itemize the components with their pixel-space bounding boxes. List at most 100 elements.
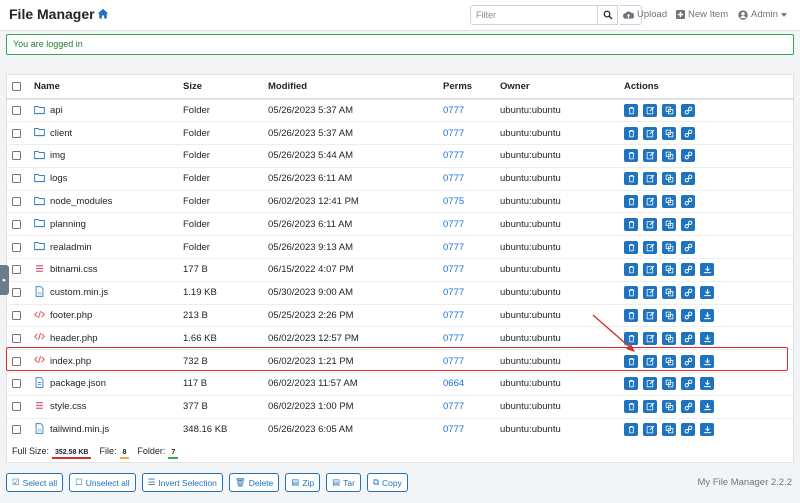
file-name-cell[interactable]: JS tailwind.min.js bbox=[29, 417, 178, 441]
direct-link-button[interactable] bbox=[681, 309, 695, 323]
file-perms-link[interactable]: 0777 bbox=[438, 212, 495, 236]
home-icon[interactable] bbox=[97, 8, 109, 20]
file-perms-link[interactable]: 0777 bbox=[438, 235, 495, 259]
file-name[interactable]: index.php bbox=[50, 356, 91, 367]
row-select-cell[interactable] bbox=[7, 417, 29, 441]
row-select-cell[interactable] bbox=[7, 258, 29, 282]
copy-to-button[interactable] bbox=[662, 354, 676, 368]
direct-link-button[interactable] bbox=[681, 172, 695, 186]
direct-link-button[interactable] bbox=[681, 104, 695, 118]
user-menu[interactable]: Admin bbox=[738, 9, 787, 20]
column-header-modified[interactable]: Modified bbox=[263, 75, 438, 100]
file-name-cell[interactable]: realadmin bbox=[29, 235, 178, 259]
delete-button[interactable]: 🗑︎ Delete bbox=[228, 473, 280, 492]
file-name[interactable]: client bbox=[50, 128, 72, 139]
row-checkbox[interactable] bbox=[12, 106, 21, 116]
row-select-cell[interactable] bbox=[7, 121, 29, 145]
rename-button[interactable] bbox=[643, 217, 657, 231]
copy-to-button[interactable] bbox=[662, 172, 676, 186]
delete-button[interactable] bbox=[624, 286, 638, 300]
file-perms-link[interactable]: 0777 bbox=[438, 144, 495, 168]
row-checkbox[interactable] bbox=[12, 379, 21, 389]
file-name[interactable]: img bbox=[50, 150, 65, 161]
row-select-cell[interactable] bbox=[7, 235, 29, 259]
download-button[interactable] bbox=[700, 263, 714, 277]
rename-button[interactable] bbox=[643, 286, 657, 300]
delete-button[interactable] bbox=[624, 195, 638, 209]
table-row[interactable]: package.json 117 B 06/02/2023 11:57 AM 0664… bbox=[7, 372, 793, 396]
direct-link-button[interactable] bbox=[681, 195, 695, 209]
app-title[interactable]: File Manager bbox=[9, 6, 95, 22]
table-row[interactable]: client Folder 05/26/2023 5:37 AM 0777 ubuntu… bbox=[7, 121, 793, 145]
file-perms-link[interactable]: 0777 bbox=[438, 303, 495, 327]
file-perms-link[interactable]: 0777 bbox=[438, 417, 495, 441]
file-name-cell[interactable]: header.php bbox=[29, 326, 178, 350]
download-button[interactable] bbox=[700, 309, 714, 323]
file-name-cell[interactable]: style.css bbox=[29, 394, 178, 419]
rename-button[interactable] bbox=[643, 331, 657, 345]
file-perms-link[interactable]: 0777 bbox=[438, 166, 495, 191]
filter-input[interactable] bbox=[470, 5, 598, 25]
file-name-cell[interactable]: planning bbox=[29, 212, 178, 236]
row-checkbox[interactable] bbox=[12, 197, 21, 207]
row-select-cell[interactable] bbox=[7, 349, 29, 373]
file-perms-link[interactable]: 0775 bbox=[438, 189, 495, 213]
rename-button[interactable] bbox=[643, 423, 657, 437]
table-row[interactable]: api Folder 05/26/2023 5:37 AM 0777 ubuntu:ub… bbox=[7, 98, 793, 122]
rename-button[interactable] bbox=[643, 400, 657, 414]
new-item-link[interactable]: New Item bbox=[676, 9, 728, 20]
row-select-cell[interactable] bbox=[7, 280, 29, 305]
rename-button[interactable] bbox=[643, 263, 657, 277]
delete-button[interactable] bbox=[624, 423, 638, 437]
file-name[interactable]: bitnami.css bbox=[50, 264, 98, 275]
delete-button[interactable] bbox=[624, 331, 638, 345]
row-checkbox[interactable] bbox=[12, 311, 21, 321]
rename-button[interactable] bbox=[643, 126, 657, 140]
copy-to-button[interactable] bbox=[662, 149, 676, 163]
file-name-cell[interactable]: api bbox=[29, 98, 178, 122]
table-row[interactable]: logs Folder 05/26/2023 6:11 AM 0777 ubuntu:u… bbox=[7, 166, 793, 191]
download-button[interactable] bbox=[700, 377, 714, 391]
direct-link-button[interactable] bbox=[681, 377, 695, 391]
delete-button[interactable] bbox=[624, 354, 638, 368]
file-name-cell[interactable]: logs bbox=[29, 166, 178, 191]
row-select-cell[interactable] bbox=[7, 326, 29, 350]
upload-link[interactable]: Upload bbox=[623, 9, 667, 20]
file-name-cell[interactable]: JS custom.min.js bbox=[29, 280, 178, 305]
file-name[interactable]: header.php bbox=[50, 333, 98, 344]
table-row[interactable]: node_modules Folder 06/02/2023 12:41 PM 077… bbox=[7, 189, 793, 213]
file-name[interactable]: style.css bbox=[50, 401, 86, 412]
sidebar-toggle[interactable]: ▸ bbox=[0, 265, 9, 295]
delete-button[interactable] bbox=[624, 240, 638, 254]
delete-button[interactable] bbox=[624, 149, 638, 163]
table-row[interactable]: bitnami.css 177 B 06/15/2022 4:07 PM 0777 ub… bbox=[7, 258, 793, 282]
select-all-button[interactable]: ☑ Select all bbox=[6, 473, 64, 492]
select-all-checkbox[interactable] bbox=[12, 81, 21, 91]
column-header-perms[interactable]: Perms bbox=[438, 75, 495, 100]
row-checkbox[interactable] bbox=[12, 128, 21, 138]
delete-button[interactable] bbox=[624, 377, 638, 391]
direct-link-button[interactable] bbox=[681, 331, 695, 345]
file-name-cell[interactable]: index.php bbox=[29, 349, 178, 373]
zip-button[interactable]: ▤ Zip bbox=[285, 473, 321, 492]
table-row[interactable]: JS custom.min.js 1.19 KB 05/30/2023 9:00 AM… bbox=[7, 280, 793, 305]
delete-button[interactable] bbox=[624, 217, 638, 231]
table-row[interactable]: planning Folder 05/26/2023 6:11 AM 0777 ubun… bbox=[7, 212, 793, 236]
row-select-cell[interactable] bbox=[7, 144, 29, 168]
copy-to-button[interactable] bbox=[662, 400, 676, 414]
copy-to-button[interactable] bbox=[662, 240, 676, 254]
file-name[interactable]: planning bbox=[50, 219, 86, 230]
file-name[interactable]: realadmin bbox=[50, 242, 92, 253]
direct-link-button[interactable] bbox=[681, 400, 695, 414]
row-checkbox[interactable] bbox=[12, 219, 21, 229]
file-name[interactable]: api bbox=[50, 105, 63, 116]
rename-button[interactable] bbox=[643, 195, 657, 209]
direct-link-button[interactable] bbox=[681, 217, 695, 231]
delete-button[interactable] bbox=[624, 400, 638, 414]
file-perms-link[interactable]: 0777 bbox=[438, 258, 495, 282]
file-perms-link[interactable]: 0777 bbox=[438, 394, 495, 419]
copy-to-button[interactable] bbox=[662, 104, 676, 118]
file-perms-link[interactable]: 0664 bbox=[438, 372, 495, 396]
table-row[interactable]: style.css 377 B 06/02/2023 1:00 PM 0777 ubun… bbox=[7, 394, 793, 419]
column-header-name[interactable]: Name bbox=[29, 75, 178, 100]
